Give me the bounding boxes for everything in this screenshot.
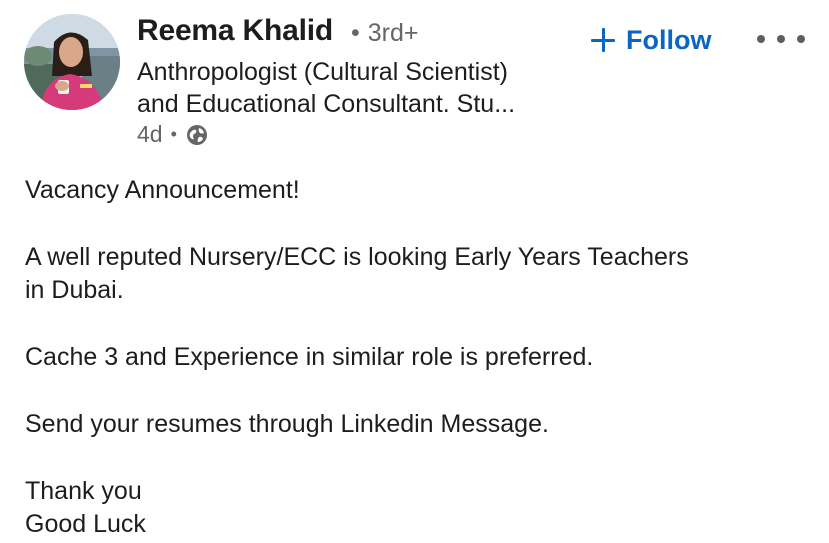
plus-icon <box>590 27 616 53</box>
more-options-icon[interactable] <box>757 28 805 50</box>
author-headline: Anthropologist (Cultural Scientist) and … <box>137 56 587 120</box>
post-text-line: in Dubai. <box>25 276 124 304</box>
more-dot <box>757 35 765 43</box>
post-text-line: Send your resumes through Linkedin Messa… <box>25 410 549 438</box>
headline-line-1: Anthropologist (Cultural Scientist) <box>137 58 508 86</box>
post-time: 4d <box>137 121 163 147</box>
post-meta: 4d • <box>137 121 208 148</box>
post-body: Vacancy Announcement! A well reputed Nur… <box>25 174 815 541</box>
post-header: Reema Khalid • 3rd+ Anthropologist (Cultu… <box>0 0 829 160</box>
separator-dot: • <box>170 124 177 144</box>
follow-label: Follow <box>626 24 712 55</box>
follow-button[interactable]: Follow <box>590 20 711 60</box>
author-name[interactable]: Reema Khalid <box>137 14 333 48</box>
post-text-line: A well reputed Nursery/ECC is looking Ea… <box>25 243 689 271</box>
more-dot <box>797 35 805 43</box>
degree-label: 3rd+ <box>367 19 419 47</box>
avatar[interactable] <box>24 14 120 110</box>
post-text-line: Good Luck <box>25 510 146 538</box>
post-text-line: Thank you <box>25 477 142 505</box>
profile-photo <box>24 14 120 110</box>
globe-icon <box>186 124 208 146</box>
post-text-line: Vacancy Announcement! <box>25 176 300 204</box>
post-text-line: Cache 3 and Experience in similar role i… <box>25 343 594 371</box>
separator-dot: • <box>351 19 360 47</box>
headline-line-2: and Educational Consultant. Stu... <box>137 90 516 118</box>
more-dot <box>777 35 785 43</box>
connection-degree: • 3rd+ <box>351 19 419 48</box>
